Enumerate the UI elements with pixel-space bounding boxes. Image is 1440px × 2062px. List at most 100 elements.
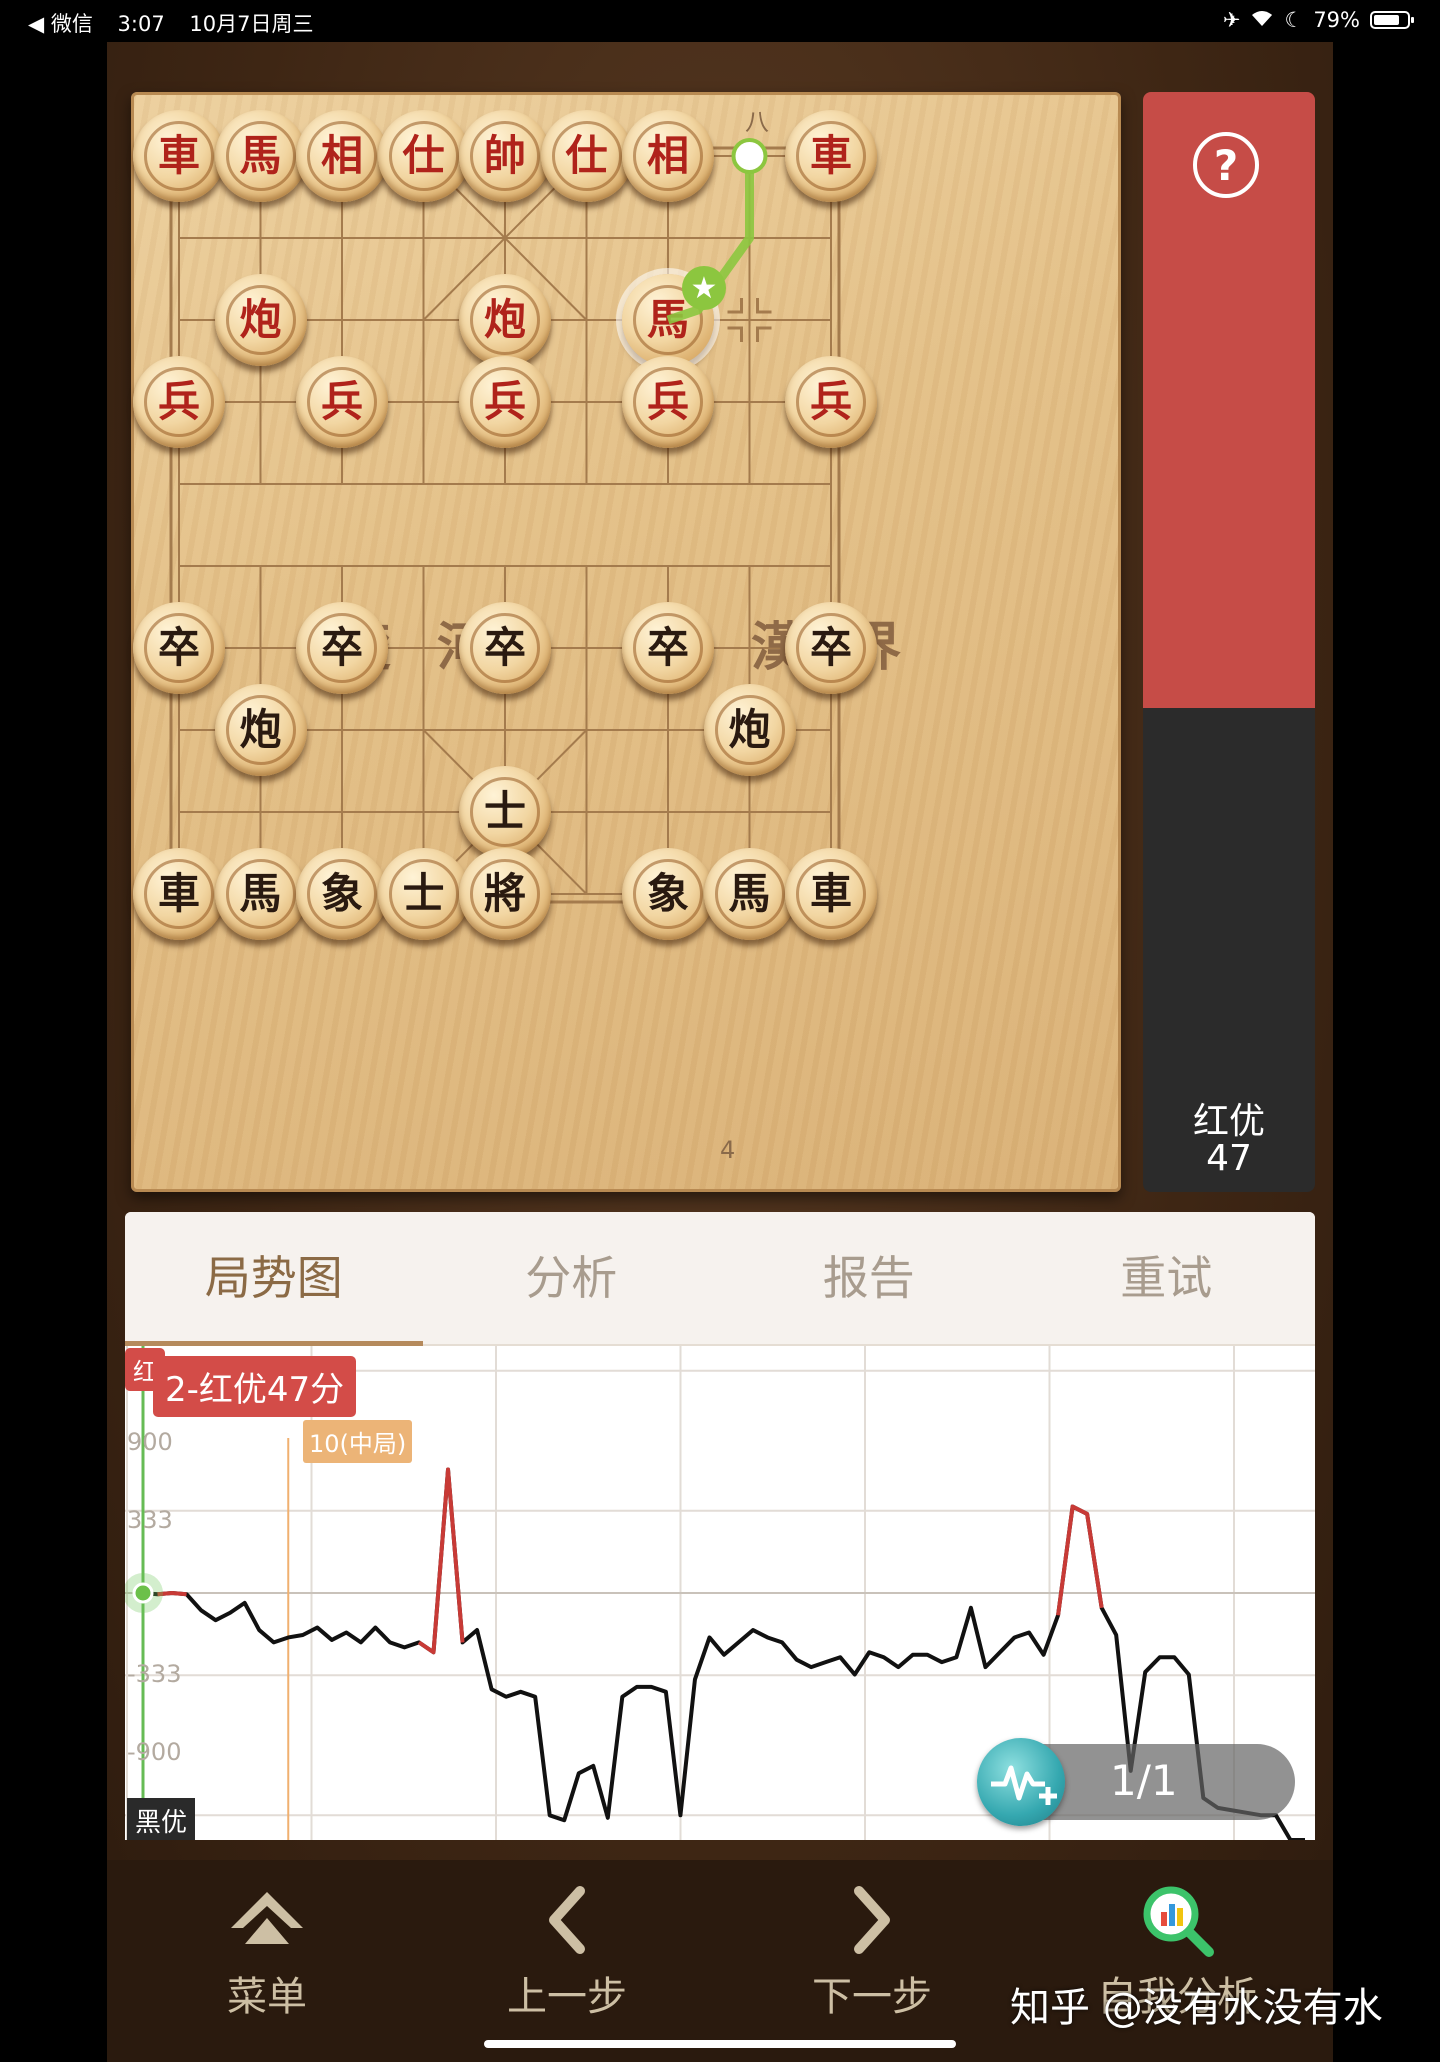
black-piece[interactable]: 炮: [214, 684, 307, 776]
home-indicator[interactable]: [484, 2040, 956, 2048]
piece-ring: 象: [307, 859, 377, 929]
piece-ring: 兵: [796, 367, 866, 437]
black-piece[interactable]: 卒: [459, 602, 551, 694]
wifi-icon: [1250, 8, 1274, 32]
battery-percent: 79%: [1313, 8, 1360, 32]
tab-retry[interactable]: 重试: [1018, 1212, 1316, 1344]
tab-bar: 局势图 分析 报告 重试: [125, 1212, 1315, 1346]
piece-ring: 炮: [225, 695, 296, 765]
y-tick-label: 333: [127, 1506, 173, 1534]
red-piece[interactable]: 馬: [622, 274, 714, 366]
battery-icon: [1370, 11, 1414, 29]
red-piece[interactable]: 車: [133, 110, 225, 202]
analysis-panel: 局势图 分析 报告 重试 900 333 -333 -900 红 2-红优47分…: [125, 1212, 1315, 1840]
black-piece[interactable]: 士: [377, 848, 470, 940]
menu-label: 菜单: [227, 1974, 307, 2020]
piece-ring: 卒: [470, 613, 540, 683]
piece-ring: 兵: [307, 367, 377, 437]
black-piece[interactable]: 卒: [296, 602, 388, 694]
black-piece[interactable]: 炮: [703, 684, 796, 776]
add-pulse-button[interactable]: [977, 1738, 1065, 1826]
top-file-label: 八: [745, 108, 769, 136]
black-piece[interactable]: 卒: [133, 602, 225, 694]
piece-ring: 仕: [551, 121, 622, 191]
xiangqi-board[interactable]: 楚 河 漢 界 八 4 車馬相仕帥仕相車炮炮馬兵兵兵兵兵卒卒卒卒卒炮炮士車馬象士…: [131, 92, 1121, 1192]
red-piece[interactable]: 炮: [214, 274, 307, 366]
analysis-magnifier-icon: [1067, 1880, 1287, 1960]
bottom-file-label: 4: [720, 1136, 736, 1164]
piece-character: 炮: [239, 295, 282, 344]
piece-ring: 帥: [470, 121, 540, 191]
eval-line-red: [417, 1467, 465, 1655]
piece-ring: 兵: [470, 367, 540, 437]
y-tick-label: -900: [127, 1738, 182, 1766]
red-piece[interactable]: 兵: [133, 356, 225, 448]
help-button[interactable]: ?: [1193, 132, 1259, 198]
red-piece[interactable]: 相: [622, 110, 714, 202]
chevron-left-icon: [457, 1880, 677, 1960]
piece-character: 兵: [157, 377, 200, 426]
red-piece[interactable]: 仕: [540, 110, 633, 202]
piece-character: 車: [809, 869, 852, 918]
piece-ring: 炮: [225, 285, 296, 355]
red-piece[interactable]: 馬: [214, 110, 307, 202]
piece-character: 將: [483, 869, 526, 918]
piece-ring: 馬: [714, 859, 785, 929]
red-piece[interactable]: 相: [296, 110, 388, 202]
piece-character: 兵: [320, 377, 363, 426]
piece-ring: 相: [307, 121, 377, 191]
piece-ring: 卒: [633, 613, 703, 683]
eval-line-red: [1056, 1504, 1104, 1616]
black-piece[interactable]: 卒: [622, 602, 714, 694]
piece-character: 馬: [646, 295, 689, 344]
piece-character: 車: [809, 131, 852, 180]
red-piece[interactable]: 兵: [622, 356, 714, 448]
piece-character: 車: [157, 131, 200, 180]
red-piece[interactable]: 兵: [459, 356, 551, 448]
piece-character: 卒: [483, 623, 526, 672]
next-step-button[interactable]: 下一步: [762, 1880, 982, 2022]
piece-ring: 車: [796, 121, 866, 191]
piece-character: 士: [483, 787, 526, 836]
menu-button[interactable]: 菜单: [157, 1880, 377, 2022]
black-piece[interactable]: 車: [785, 848, 877, 940]
black-piece[interactable]: 馬: [214, 848, 307, 940]
eval-score-label: 47: [1206, 1138, 1252, 1179]
piece-ring: 士: [470, 777, 540, 847]
red-piece[interactable]: 兵: [296, 356, 388, 448]
piece-ring: 馬: [633, 285, 703, 355]
tab-trend-chart[interactable]: 局势图: [125, 1212, 423, 1346]
piece-ring: 車: [796, 859, 866, 929]
black-piece[interactable]: 象: [622, 848, 714, 940]
red-piece[interactable]: 炮: [459, 274, 551, 366]
piece-character: 馬: [239, 131, 282, 180]
piece-character: 象: [646, 869, 689, 918]
tab-report[interactable]: 报告: [720, 1212, 1018, 1344]
piece-character: 象: [320, 869, 363, 918]
piece-character: 馬: [239, 869, 282, 918]
evaluation-bar: ? 红优 47: [1143, 92, 1315, 1192]
red-piece[interactable]: 仕: [377, 110, 470, 202]
y-tick-label: 900: [127, 1428, 173, 1456]
tab-analysis[interactable]: 分析: [423, 1212, 721, 1344]
red-piece[interactable]: 兵: [785, 356, 877, 448]
black-piece[interactable]: 象: [296, 848, 388, 940]
chevron-right-icon: [762, 1880, 982, 1960]
red-piece[interactable]: 帥: [459, 110, 551, 202]
piece-character: 炮: [483, 295, 526, 344]
piece-character: 帥: [483, 131, 526, 180]
black-piece[interactable]: 卒: [785, 602, 877, 694]
piece-ring: 士: [388, 859, 459, 929]
black-piece[interactable]: 士: [459, 766, 551, 858]
black-piece[interactable]: 車: [133, 848, 225, 940]
black-piece[interactable]: 馬: [703, 848, 796, 940]
red-piece[interactable]: 車: [785, 110, 877, 202]
evaluation-chart[interactable]: 900 333 -333 -900 红 2-红优47分 10(中局) 黑优 1/…: [125, 1346, 1315, 1840]
piece-ring: 卒: [796, 613, 866, 683]
piece-ring: 車: [144, 121, 214, 191]
status-date: 10月7日周三: [189, 12, 314, 36]
piece-ring: 炮: [470, 285, 540, 355]
prev-step-button[interactable]: 上一步: [457, 1880, 677, 2022]
black-piece[interactable]: 將: [459, 848, 551, 940]
back-to-app-link[interactable]: ◀ 微信: [28, 12, 93, 36]
